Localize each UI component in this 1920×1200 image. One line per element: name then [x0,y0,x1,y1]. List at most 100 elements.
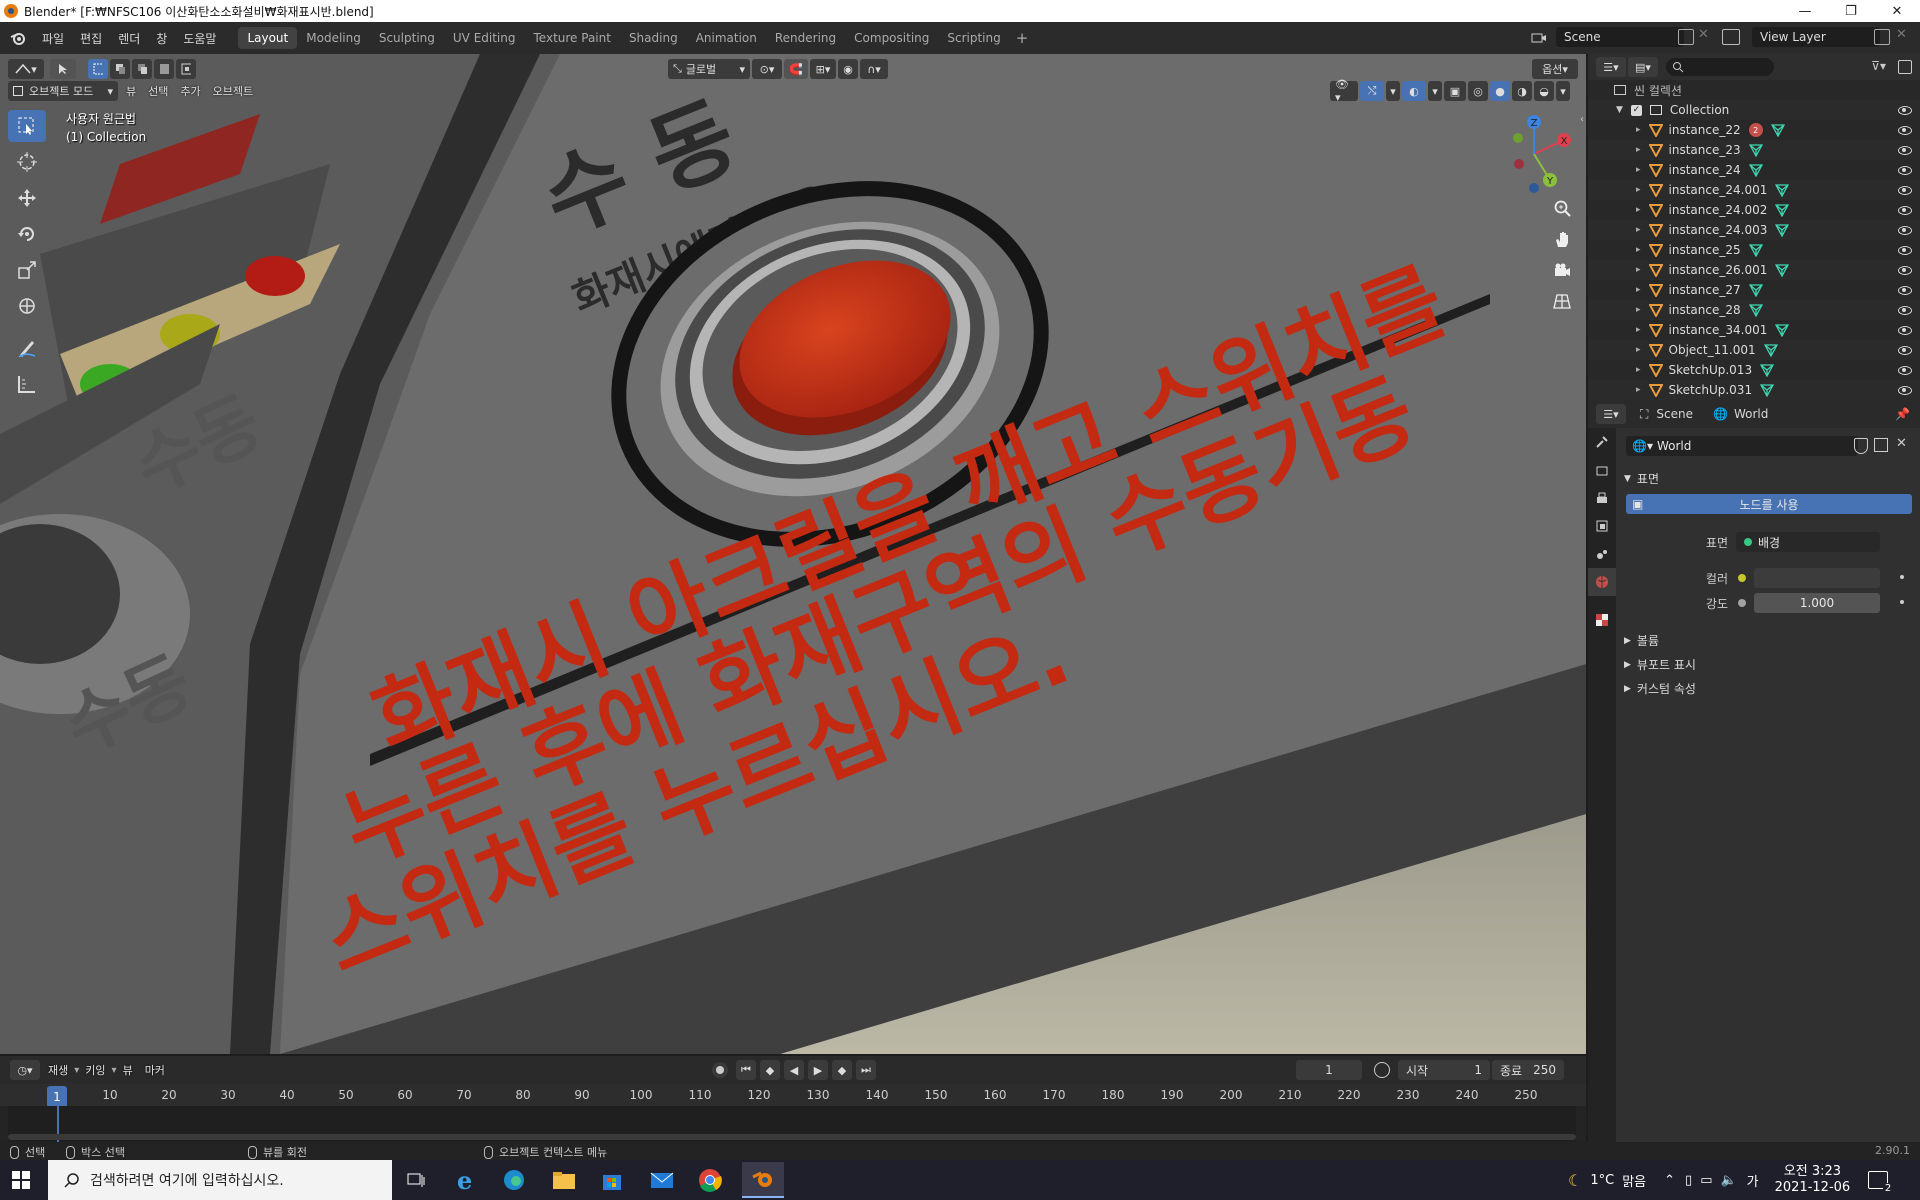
menu-keying[interactable]: 키잉 [79,1062,111,1078]
preview-range-icon[interactable] [1374,1062,1390,1078]
render-properties-tab-icon[interactable] [1588,456,1616,484]
blender-taskbar-icon[interactable] [742,1162,784,1198]
visibility-eye-icon[interactable] [1898,305,1912,315]
outliner-object-row[interactable]: ▸ instance_24.001 [1588,180,1920,200]
menu-file[interactable]: 파일 [34,30,72,47]
outliner-object-row[interactable]: ▸ SketchUp.031 [1588,380,1920,400]
breadcrumb-scene[interactable]: Scene [1656,407,1693,421]
network-icon[interactable]: ▭ [1700,1173,1712,1188]
fake-user-shield-icon[interactable] [1854,438,1868,454]
expand-arrow-icon[interactable]: ▸ [1636,245,1641,255]
overlay-menu-icon[interactable]: ▾ [1428,81,1442,101]
camera-view-icon[interactable] [1548,256,1576,284]
notification-center-icon[interactable]: 2 [1868,1171,1894,1194]
mesh-data-icon[interactable] [1748,283,1763,297]
options-dropdown[interactable]: 옵션 ▾ [1532,59,1578,79]
world-datablock-selector[interactable]: 🌐▾ World [1626,436,1858,456]
rendered-shading-icon[interactable]: ◒ [1534,81,1554,101]
next-keyframe-icon[interactable]: ◆ [832,1060,852,1080]
tab-texture-paint[interactable]: Texture Paint [525,27,620,49]
select-new-icon[interactable] [88,59,108,79]
menu-help[interactable]: 도움말 [175,30,224,47]
snap-toggle-icon[interactable]: 🧲 [784,59,808,79]
pin-icon[interactable]: 📌 [1895,407,1910,421]
scene-type-icon[interactable] [1524,27,1554,49]
timeline-editor-type-icon[interactable]: ◷▾ [10,1060,40,1080]
volume-icon[interactable]: 🔈 [1720,1173,1736,1188]
internet-explorer-icon[interactable]: e [450,1164,482,1196]
task-view-icon[interactable] [400,1164,432,1196]
outliner-object-row[interactable]: ▸ instance_24.002 [1588,200,1920,220]
rotate-tool-icon[interactable] [8,218,46,250]
outliner-object-row[interactable]: ▸ instance_28 [1588,300,1920,320]
timeline-ruler[interactable]: 10 20 30 40 50 60 70 80 90 100 110 120 1… [0,1084,1586,1106]
visibility-eye-icon[interactable] [1898,245,1912,255]
breadcrumb-world[interactable]: World [1734,407,1768,421]
scene-selector[interactable]: Scene [1556,27,1684,47]
output-properties-tab-icon[interactable] [1588,484,1616,512]
weather-temp[interactable]: 1°C [1590,1173,1614,1188]
outliner-object-row[interactable]: ▸ instance_26.001 [1588,260,1920,280]
measure-tool-icon[interactable] [8,368,46,400]
cursor-tool-icon[interactable] [8,146,46,178]
ime-indicator[interactable]: 가 [1747,1171,1759,1190]
custom-properties-section-header[interactable]: ▶ 커스텀 속성 [1624,680,1696,697]
select-extend-icon[interactable] [110,59,130,79]
device-icon[interactable]: ▯ [1685,1173,1692,1188]
menu-view[interactable]: 뷰 [120,83,142,99]
select-intersect-icon[interactable] [176,59,196,79]
menu-marker[interactable]: 마커 [139,1062,171,1078]
visibility-eye-icon[interactable] [1898,285,1912,295]
expand-arrow-icon[interactable]: ▸ [1636,365,1641,375]
menu-select[interactable]: 선택 [142,83,174,99]
current-frame-field[interactable]: 1 [1296,1060,1362,1080]
annotate-tool-icon[interactable] [8,332,46,364]
mesh-data-icon[interactable] [1775,203,1790,217]
remove-scene-icon[interactable]: ✕ [1698,27,1709,42]
start-frame-field[interactable]: 시작 1 [1398,1060,1490,1080]
mesh-data-icon[interactable] [1748,303,1763,317]
move-tool-icon[interactable] [8,182,46,214]
weather-desc[interactable]: 맑음 [1622,1171,1646,1190]
microsoft-store-icon[interactable] [596,1164,628,1196]
unlink-world-icon[interactable]: ✕ [1896,436,1907,451]
visibility-eye-icon[interactable] [1898,105,1912,115]
close-button[interactable]: ✕ [1874,0,1920,22]
visibility-eye-icon[interactable] [1898,205,1912,215]
overlay-toggle-icon[interactable]: ◐ [1402,81,1426,101]
display-mode-icon[interactable]: ▤▾ [1628,57,1658,77]
visibility-eye-icon[interactable] [1898,265,1912,275]
visibility-eye-icon[interactable] [1898,325,1912,335]
expand-arrow-icon[interactable]: ▸ [1636,145,1641,155]
outliner-search-input[interactable] [1666,58,1774,76]
taskbar-clock[interactable]: 오전 3:23 2021-12-06 [1775,1164,1851,1196]
outliner-object-row[interactable]: ▸ instance_22 2 [1588,120,1920,140]
visibility-eye-icon[interactable] [1898,365,1912,375]
surface-section-header[interactable]: ▼ 표면 [1624,470,1659,487]
outliner-object-row[interactable]: ▸ instance_25 [1588,240,1920,260]
visibility-toggle-icon[interactable]: 👁▾ [1330,78,1358,104]
material-badge-icon[interactable]: 2 [1748,123,1763,137]
tool-properties-tab-icon[interactable] [1588,428,1616,456]
material-shading-icon[interactable]: ◑ [1512,81,1532,101]
properties-editor-type-icon[interactable]: ☰▾ [1596,404,1626,424]
tab-compositing[interactable]: Compositing [845,27,938,49]
outliner-object-row[interactable]: ▸ SketchUp.013 [1588,360,1920,380]
mesh-data-icon[interactable] [1748,243,1763,257]
select-subtract-icon[interactable] [132,59,152,79]
expand-arrow-icon[interactable]: ▸ [1636,125,1641,135]
remove-viewlayer-icon[interactable]: ✕ [1896,27,1907,42]
collection-checkbox[interactable]: ✓ [1630,104,1642,116]
expand-arrow-icon[interactable]: ▸ [1636,305,1641,315]
tab-rendering[interactable]: Rendering [766,27,845,49]
visibility-eye-icon[interactable] [1898,385,1912,395]
mesh-data-icon[interactable] [1770,123,1785,137]
visibility-eye-icon[interactable] [1898,185,1912,195]
mesh-data-icon[interactable] [1775,323,1790,337]
tab-uv-editing[interactable]: UV Editing [444,27,525,49]
mesh-data-icon[interactable] [1760,363,1775,377]
expand-arrow-icon[interactable]: ▸ [1636,345,1641,355]
collapse-arrow-icon[interactable]: ▼ [1616,105,1623,115]
menu-view[interactable]: 뷰 [117,1062,139,1078]
scene-properties-tab-icon[interactable] [1588,540,1616,568]
